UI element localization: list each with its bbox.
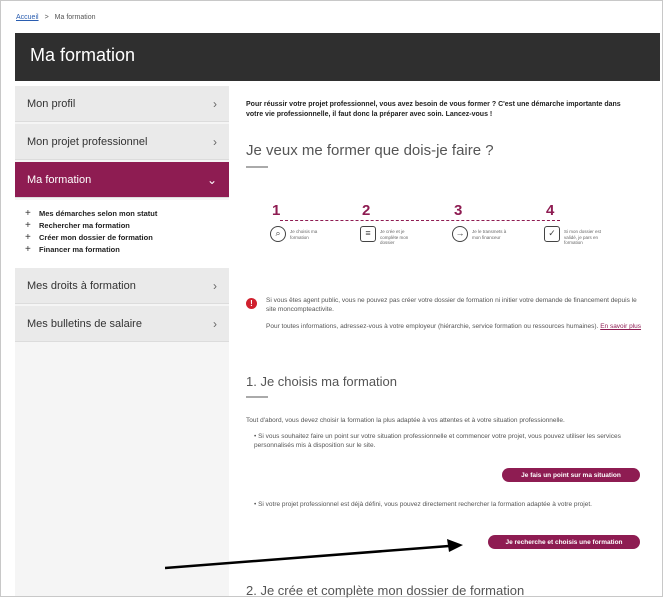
point-situation-button[interactable]: Je fais un point sur ma situation [502, 468, 640, 482]
section2-title: 2. Je crée et complète mon dossier de fo… [246, 583, 525, 598]
section1-paragraph: Tout d'abord, vous devez choisir la form… [246, 417, 565, 424]
section1-bullet: • Si vous souhaitez faire un point sur v… [254, 433, 621, 449]
subnav-item-creer-dossier[interactable]: + Créer mon dossier de formation [25, 232, 153, 243]
heading-underline [246, 166, 268, 168]
step-text: Je crée et je complète mon dossier [380, 229, 409, 245]
section1-underline [246, 396, 268, 398]
step-number: 1 [272, 202, 281, 219]
warning-info: Pour toutes informations, adressez-vous … [266, 322, 641, 331]
steps-connector [280, 220, 560, 221]
plus-icon: + [25, 244, 31, 255]
sidebar: Mon profil › Mon projet professionnel › … [15, 86, 229, 596]
section1-title: 1. Je choisis ma formation [246, 374, 398, 389]
chevron-right-icon: › [213, 135, 217, 149]
recherche-formation-button[interactable]: Je recherche et choisis une formation [488, 535, 640, 549]
subnav-item-label: Financer ma formation [39, 245, 120, 254]
sidebar-item-mon-projet[interactable]: Mon projet professionnel › [15, 124, 229, 160]
annotation-arrow-icon [165, 539, 463, 570]
warning-info-text: Pour toutes informations, adressez-vous … [266, 323, 599, 330]
subnav-item-label: Mes démarches selon mon statut [39, 209, 158, 218]
step-text: Si mon dossier est validé, je pars en fo… [564, 229, 602, 245]
subnav-item-rechercher[interactable]: + Rechercher ma formation [25, 220, 130, 231]
bullet-text: Si vous souhaitez faire un point sur vot… [254, 433, 621, 449]
sidebar-item-label: Ma formation [27, 173, 92, 186]
subnav-item-label: Rechercher ma formation [39, 221, 130, 230]
plus-icon: + [25, 232, 31, 243]
plus-icon: + [25, 220, 31, 231]
chevron-down-icon: ⌄ [206, 173, 217, 187]
step-number: 4 [546, 202, 555, 219]
intro-text: Pour réussir votre projet professionnel,… [246, 101, 621, 118]
section1-bullet: • Si votre projet professionnel est déjà… [254, 501, 592, 508]
plus-icon: + [25, 208, 31, 219]
step-number: 2 [362, 202, 371, 219]
bullet-text: Si votre projet professionnel est déjà d… [258, 501, 592, 508]
chevron-right-icon: › [213, 317, 217, 331]
send-icon: → [452, 226, 468, 242]
breadcrumb-current: Ma formation [54, 13, 96, 21]
page-title: Ma formation [30, 45, 136, 65]
subnav-item-label: Créer mon dossier de formation [39, 233, 153, 242]
warning-text: Si vous êtes agent public, vous ne pouve… [266, 297, 637, 313]
sidebar-item-bulletins[interactable]: Mes bulletins de salaire › [15, 306, 229, 342]
search-icon: ⌕ [270, 226, 286, 242]
breadcrumb: Accueil > Ma formation [16, 9, 96, 25]
chevron-right-icon: › [213, 279, 217, 293]
chevron-right-icon: › [213, 97, 217, 111]
steps-diagram: 1 2 3 4 ⌕ Je choisis ma formation ≡ Je c… [266, 202, 606, 256]
sidebar-item-mes-droits[interactable]: Mes droits à formation › [15, 268, 229, 304]
en-savoir-plus-link[interactable]: En savoir plus [600, 323, 641, 330]
main-heading: Je veux me former que dois-je faire ? [246, 142, 494, 159]
step-number: 3 [454, 202, 463, 219]
sidebar-item-mon-profil[interactable]: Mon profil › [15, 86, 229, 122]
page-header: Ma formation [15, 33, 660, 81]
step-text: Je le transmets à mon financeur [472, 229, 507, 240]
sidebar-item-label: Mes droits à formation [27, 279, 136, 292]
subnav-item-demarches[interactable]: + Mes démarches selon mon statut [25, 208, 157, 219]
sidebar-item-label: Mon profil [27, 97, 76, 110]
document-edit-icon: ≡ [360, 226, 376, 242]
subnav-item-financer[interactable]: + Financer ma formation [25, 244, 120, 255]
warning-icon: ! [246, 298, 257, 309]
sidebar-item-label: Mon projet professionnel [27, 135, 148, 148]
document-check-icon: ✓ [544, 226, 560, 242]
sidebar-item-ma-formation[interactable]: Ma formation ⌄ [15, 162, 229, 198]
sidebar-item-label: Mes bulletins de salaire [27, 317, 142, 330]
breadcrumb-separator: > [44, 13, 49, 21]
breadcrumb-home-link[interactable]: Accueil [16, 14, 39, 21]
step-text: Je choisis ma formation [290, 229, 318, 240]
